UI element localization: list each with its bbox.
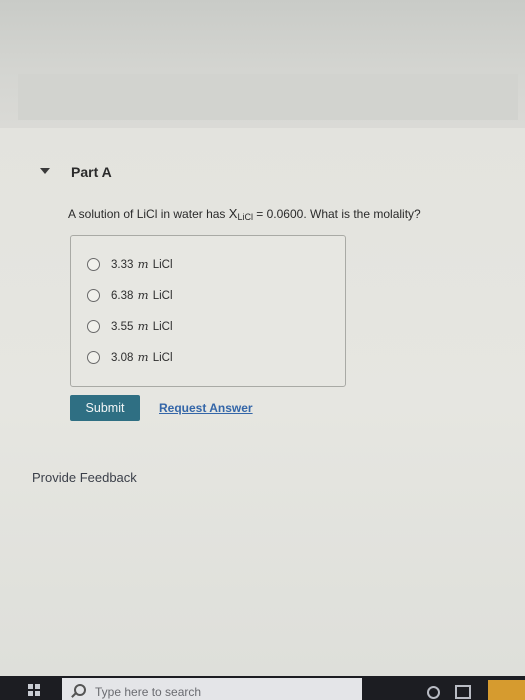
choice-unit: m: [137, 350, 149, 364]
submit-button[interactable]: Submit: [70, 395, 140, 421]
choice-option[interactable]: 3.08 m LiCl: [87, 349, 173, 365]
search-placeholder: Type here to search: [95, 685, 202, 699]
choice-value: 3.08: [111, 352, 134, 364]
choice-option[interactable]: 6.38 m LiCl: [87, 287, 173, 303]
radio-button[interactable]: [87, 350, 100, 364]
search-icon: [74, 684, 86, 696]
task-view-icon[interactable]: [455, 685, 471, 699]
part-title: Part A: [71, 164, 112, 180]
choice-label: 3.08 m LiCl: [111, 350, 173, 364]
choice-label: 3.33 m LiCl: [111, 257, 173, 271]
windows-start-icon[interactable]: [28, 684, 40, 696]
choice-value: 6.38: [111, 290, 134, 302]
choice-unit: m: [137, 257, 149, 271]
choice-label: 6.38 m LiCl: [111, 288, 173, 302]
choice-label: 3.55 m LiCl: [111, 319, 173, 333]
choice-unit: m: [137, 288, 149, 302]
question-variable-subscript: LiCl: [237, 212, 253, 222]
header-band: [0, 0, 525, 128]
radio-button[interactable]: [87, 319, 100, 333]
answer-choices: 3.33 m LiCl 6.38 m LiCl 3.55 m LiCl 3.08…: [70, 235, 346, 387]
request-answer-link[interactable]: Request Answer: [159, 401, 253, 415]
choice-option[interactable]: 3.33 m LiCl: [87, 256, 173, 272]
provide-feedback-link[interactable]: Provide Feedback: [32, 470, 137, 485]
choice-option[interactable]: 3.55 m LiCl: [87, 318, 173, 334]
question-text-before: A solution of LiCl in water has: [68, 207, 229, 221]
choice-compound: LiCl: [152, 352, 173, 364]
header-strip: [18, 74, 518, 120]
app-icon[interactable]: [488, 680, 525, 700]
cortana-icon[interactable]: [427, 686, 440, 699]
choice-value: 3.55: [111, 321, 134, 333]
collapse-caret-icon[interactable]: [40, 168, 50, 174]
choice-compound: LiCl: [152, 290, 173, 302]
choice-unit: m: [137, 319, 149, 333]
radio-button[interactable]: [87, 257, 100, 271]
question-text-after: = 0.0600. What is the molality?: [252, 207, 421, 221]
choice-compound: LiCl: [152, 321, 173, 333]
choice-compound: LiCl: [152, 259, 173, 271]
question-text: A solution of LiCl in water has XLiCl = …: [68, 206, 421, 222]
choice-value: 3.33: [111, 259, 134, 271]
radio-button[interactable]: [87, 288, 100, 302]
